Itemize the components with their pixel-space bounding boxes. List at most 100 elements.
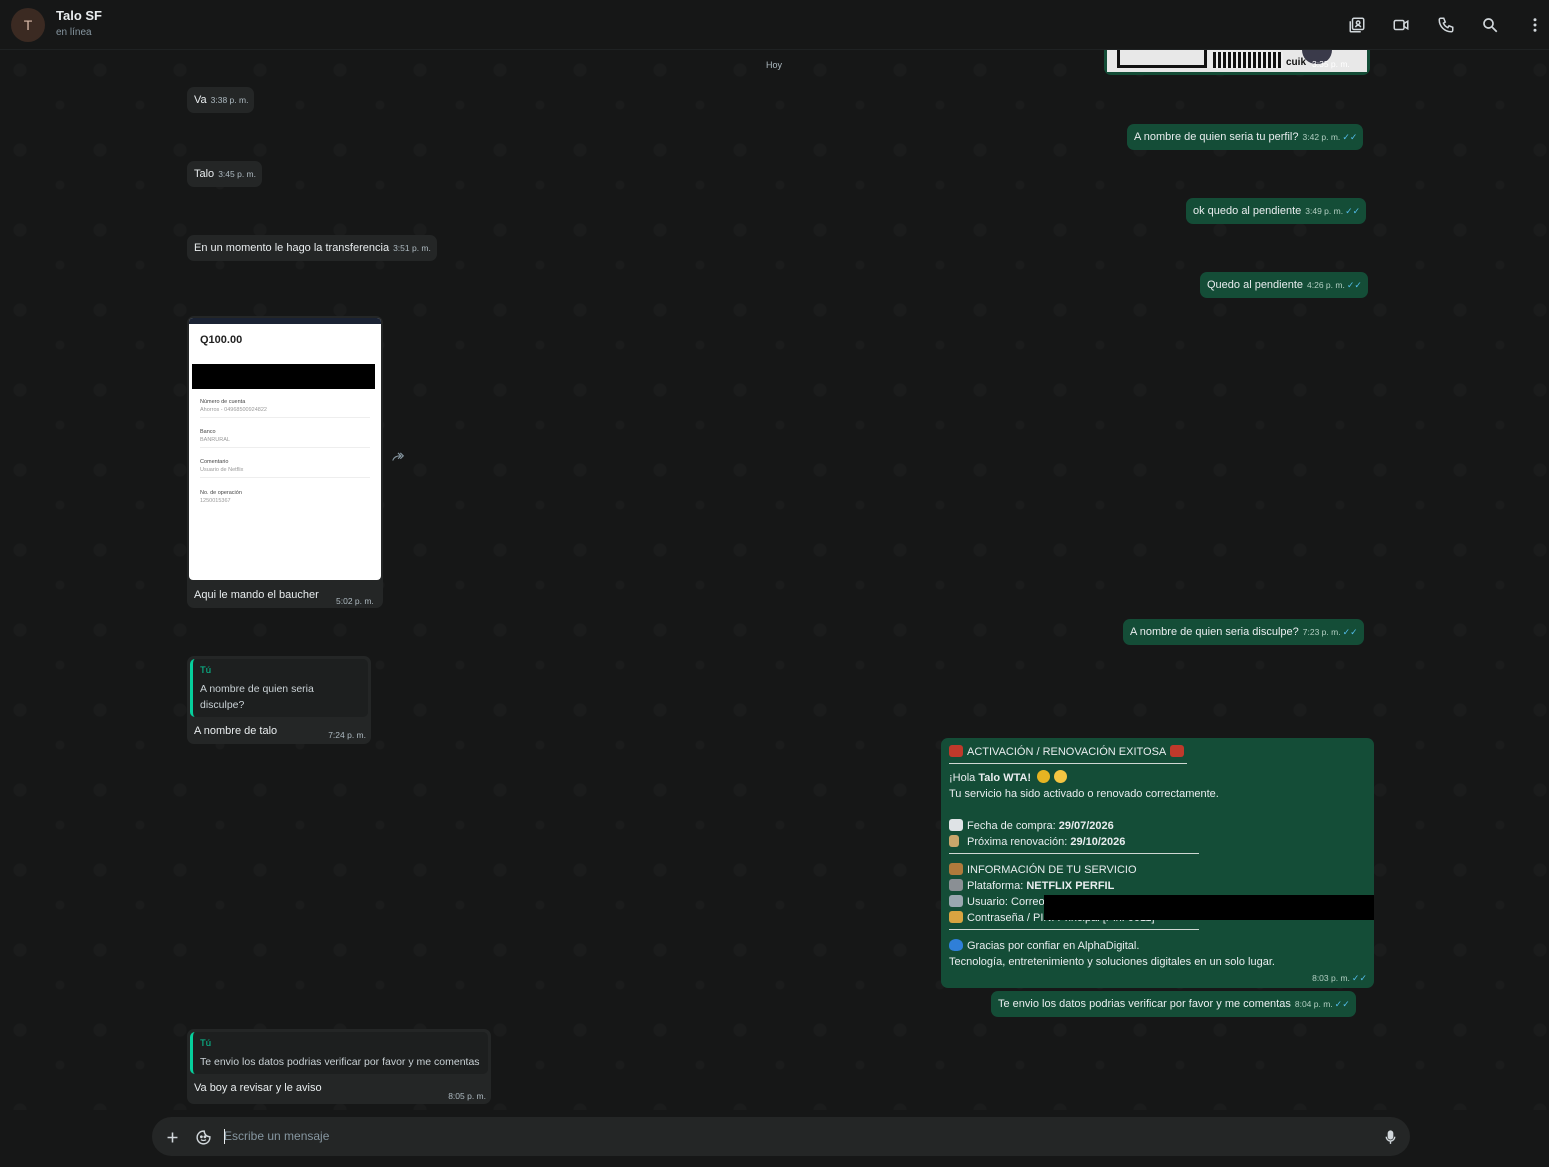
contact-status: en línea xyxy=(56,27,92,38)
menu-icon[interactable] xyxy=(1524,14,1546,36)
receipt-field-label: Número de cuenta xyxy=(200,399,246,405)
message-time: 8:04 p. m. xyxy=(1294,999,1333,1009)
receipt-field-value: Ahorros - 04968500924822 xyxy=(200,407,267,413)
incoming-reply-message[interactable]: Tú Te envio los datos podrias verificar … xyxy=(187,1029,491,1104)
message-time: 8:05 p. m. xyxy=(448,1091,486,1101)
microphone-icon[interactable] xyxy=(1380,1127,1400,1147)
service-line: Tu servicio ha sido activado o renovado … xyxy=(949,788,1219,800)
receipt-amount: Q100.00 xyxy=(200,334,243,346)
phone-icon[interactable] xyxy=(1435,14,1457,36)
incoming-image-message[interactable]: Q100.00 Número de cuenta Ahorros - 04968… xyxy=(187,316,383,608)
contact-card-icon[interactable] xyxy=(1346,14,1368,36)
receipt-field: Banco BANRURAL xyxy=(200,428,370,448)
calendar-icon xyxy=(949,819,963,831)
outgoing-message[interactable]: A nombre de quien seria tu perfil? 3:42 p… xyxy=(1127,124,1364,150)
read-ticks-icon: ✓✓ xyxy=(1334,999,1350,1009)
receipt-field-value: 1250015367 xyxy=(200,498,231,504)
message-time: 3:51 p. m. xyxy=(393,243,431,253)
activation-title: ACTIVACIÓN / RENOVACIÓN EXITOSA xyxy=(949,744,1367,760)
message-time: 8:03 p. m. xyxy=(1312,973,1350,983)
message-text: Talo xyxy=(194,168,215,180)
receipt-field: Comentario Usuario de Netflix xyxy=(200,458,370,478)
receipt-field: No. de operación 1250015367 xyxy=(200,489,370,508)
message-time: 7:23 p. m. xyxy=(1302,627,1341,637)
read-ticks-icon: ✓✓ xyxy=(1345,206,1361,216)
message-text: A nombre de quien seria disculpe? xyxy=(1130,626,1299,638)
incoming-message[interactable]: En un momento le hago la transferencia 3:… xyxy=(187,235,437,261)
wave-icon xyxy=(1037,770,1051,783)
search-icon[interactable] xyxy=(1479,14,1501,36)
message-time: 3:49 p. m. xyxy=(1305,206,1344,216)
smile-icon xyxy=(1054,770,1068,783)
sticker-icon[interactable] xyxy=(193,1127,213,1147)
incoming-message[interactable]: Talo 3:45 p. m. xyxy=(187,161,262,187)
outgoing-message[interactable]: Te envio los datos podrias verificar por… xyxy=(991,991,1356,1017)
outgoing-message[interactable]: Quedo al pendiente 4:26 p. m. ✓✓ xyxy=(1200,272,1368,298)
date-chip: Hoy xyxy=(766,60,783,70)
message-text: A nombre de quien seria tu perfil? xyxy=(1134,131,1299,143)
quote-author: Tú xyxy=(200,1038,212,1049)
quoted-message[interactable]: Tú A nombre de quien seria disculpe? xyxy=(190,659,368,717)
email-icon xyxy=(949,895,963,907)
read-ticks-icon: ✓✓ xyxy=(1342,132,1358,142)
message-text: Quedo al pendiente xyxy=(1207,279,1304,291)
forward-icon[interactable] xyxy=(390,450,406,464)
receipt-field-label: No. de operación xyxy=(200,490,242,496)
renewal-date-line: Próxima renovación: 29/10/2026 xyxy=(949,834,1367,850)
incoming-reply-message[interactable]: Tú A nombre de quien seria disculpe? A n… xyxy=(187,656,371,744)
message-meta: 8:03 p. m. ✓✓ xyxy=(1308,970,1367,986)
quote-text: Te envio los datos podrias verificar por… xyxy=(200,1056,480,1068)
video-call-icon[interactable] xyxy=(1390,14,1412,36)
receipt-field: Número de cuenta Ahorros - 0496850092482… xyxy=(200,398,370,418)
divider xyxy=(949,763,1187,764)
hourglass-icon xyxy=(949,835,959,847)
message-text: Te envio los datos podrias verificar por… xyxy=(998,998,1291,1010)
receipt-field-value: BANRURAL xyxy=(200,437,230,443)
quote-author: Tú xyxy=(200,665,212,676)
outgoing-image-message[interactable]: cuik 3:35 p. m. xyxy=(1104,50,1370,75)
message-time: 7:24 p. m. xyxy=(328,730,366,740)
quote-text: A nombre de quien seria disculpe? xyxy=(200,683,314,711)
receipt-field-label: Banco xyxy=(200,429,216,435)
ticket-icon xyxy=(949,745,963,757)
image-overlay-text: cuik xyxy=(1286,57,1307,68)
platform-line: Plataforma: NETFLIX PERFIL xyxy=(949,878,1367,894)
blue-heart-icon xyxy=(949,939,963,951)
outgoing-message[interactable]: ACTIVACIÓN / RENOVACIÓN EXITOSA ¡Hola Ta… xyxy=(941,738,1374,988)
outgoing-message[interactable]: ok quedo al pendiente 3:49 p. m. ✓✓ xyxy=(1186,198,1367,224)
read-ticks-icon: ✓✓ xyxy=(1342,627,1358,637)
redaction-bar xyxy=(192,364,375,389)
receipt-topbar xyxy=(189,318,381,324)
incoming-message[interactable]: Va 3:38 p. m. xyxy=(187,87,255,113)
clapper-icon xyxy=(949,879,963,891)
thanks-line: Gracias por confiar en AlphaDigital. xyxy=(949,938,1367,954)
quoted-message[interactable]: Tú Te envio los datos podrias verificar … xyxy=(190,1032,488,1074)
message-text: Va boy a revisar y le aviso xyxy=(194,1082,322,1094)
message-text: En un momento le hago la transferencia xyxy=(194,242,390,254)
message-time: 3:38 p. m. xyxy=(210,95,249,105)
message-text: A nombre de talo xyxy=(194,725,278,737)
greeting: ¡Hola Talo WTA! xyxy=(949,770,1367,786)
text-caret xyxy=(224,1129,225,1144)
read-ticks-icon: ✓✓ xyxy=(1351,973,1367,983)
contact-name[interactable]: Talo SF xyxy=(56,8,102,23)
message-composer xyxy=(152,1117,1410,1156)
chat-area[interactable]: cuik 3:35 p. m. Hoy Va 3:38 p. m. A nombr… xyxy=(0,50,1549,1110)
tagline: Tecnología, entretenimiento y soluciones… xyxy=(949,956,1275,968)
message-time: 4:26 p. m. xyxy=(1307,280,1345,290)
message-time: 3:42 p. m. xyxy=(1302,132,1341,142)
chat-header: T Talo SF en línea xyxy=(0,0,1549,50)
avatar[interactable]: T xyxy=(11,8,45,42)
message-time: 3:35 p. m. xyxy=(1312,59,1350,69)
message-text: ok quedo al pendiente xyxy=(1193,205,1302,217)
ticket-icon xyxy=(1170,745,1185,757)
receipt-image[interactable]: Q100.00 Número de cuenta Ahorros - 04968… xyxy=(189,318,381,580)
message-input[interactable] xyxy=(224,1125,1364,1147)
add-icon[interactable] xyxy=(162,1127,182,1147)
divider xyxy=(949,929,1199,930)
purchase-date-line: Fecha de compra: 29/07/2026 xyxy=(949,818,1367,834)
outgoing-message[interactable]: A nombre de quien seria disculpe? 7:23 p.… xyxy=(1123,619,1364,645)
lock-key-icon xyxy=(949,911,963,923)
package-icon xyxy=(949,863,963,875)
